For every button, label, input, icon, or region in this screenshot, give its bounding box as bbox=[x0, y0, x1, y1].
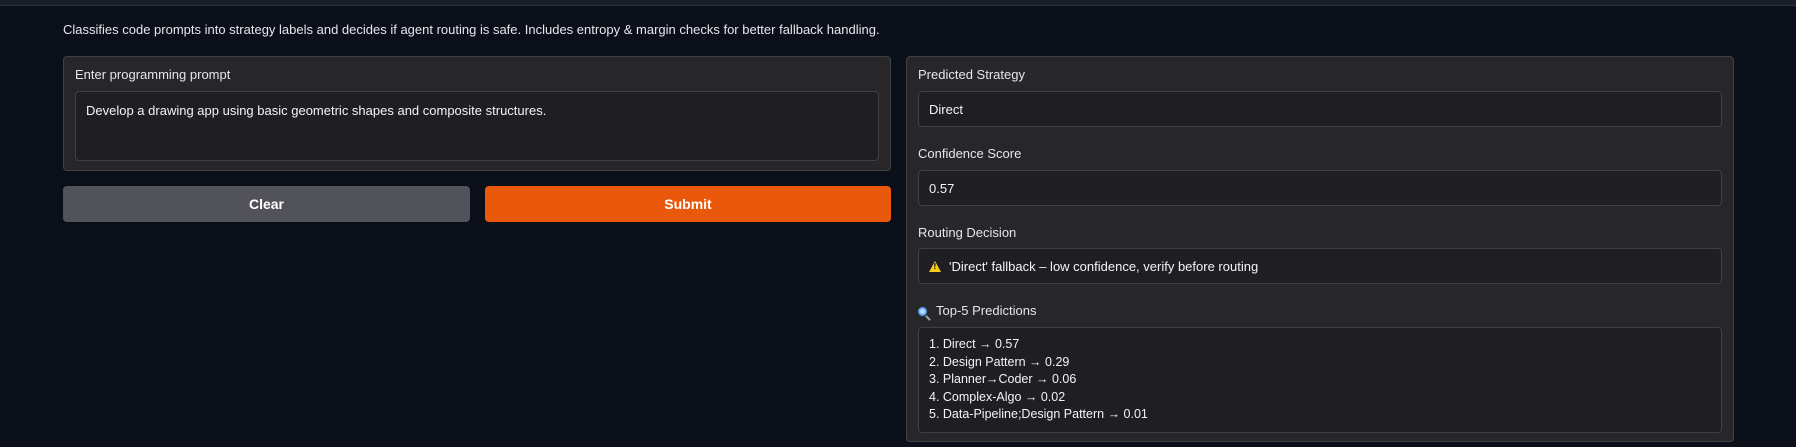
prediction-item: 2. Design Pattern → 0.29 bbox=[929, 354, 1070, 369]
routing-decision-value: 'Direct' fallback – low confidence, veri… bbox=[949, 258, 1259, 274]
confidence-score-label: Confidence Score bbox=[918, 146, 1022, 161]
prompt-input-label: Enter programming prompt bbox=[75, 67, 231, 82]
routing-decision-label: Routing Decision bbox=[918, 225, 1017, 240]
top5-predictions-label: Top-5 Predictions bbox=[936, 303, 1037, 318]
submit-button[interactable]: Submit bbox=[485, 186, 891, 222]
top5-label-row: Top-5 Predictions bbox=[918, 303, 1036, 318]
prompt-textarea[interactable]: Develop a drawing app using basic geomet… bbox=[75, 91, 879, 161]
warning-icon bbox=[929, 260, 941, 272]
routing-decision-field[interactable]: 'Direct' fallback – low confidence, veri… bbox=[918, 248, 1722, 284]
prediction-item: 5. Data-Pipeline;Design Pattern → 0.01 bbox=[929, 407, 1148, 422]
results-panel: Predicted Strategy Direct Confidence Sco… bbox=[906, 56, 1734, 442]
predicted-strategy-label: Predicted Strategy bbox=[918, 67, 1025, 82]
prompt-input-panel: Enter programming prompt Develop a drawi… bbox=[63, 56, 891, 171]
top5-predictions-list[interactable]: 1. Direct → 0.57 2. Design Pattern → 0.2… bbox=[918, 327, 1722, 433]
predicted-strategy-field[interactable]: Direct bbox=[918, 91, 1722, 127]
confidence-score-value: 0.57 bbox=[929, 180, 955, 196]
prediction-item: 4. Complex-Algo → 0.02 bbox=[929, 389, 1066, 404]
prediction-item: 3. Planner→Coder → 0.06 bbox=[929, 372, 1077, 387]
top-border bbox=[0, 0, 1796, 6]
confidence-score-field[interactable]: 0.57 bbox=[918, 170, 1722, 206]
prediction-item: 1. Direct → 0.57 bbox=[929, 337, 1020, 351]
magnifier-icon bbox=[918, 307, 927, 316]
app-description: Classifies code prompts into strategy la… bbox=[63, 22, 880, 37]
predicted-strategy-value: Direct bbox=[929, 101, 963, 117]
clear-button[interactable]: Clear bbox=[63, 186, 470, 222]
